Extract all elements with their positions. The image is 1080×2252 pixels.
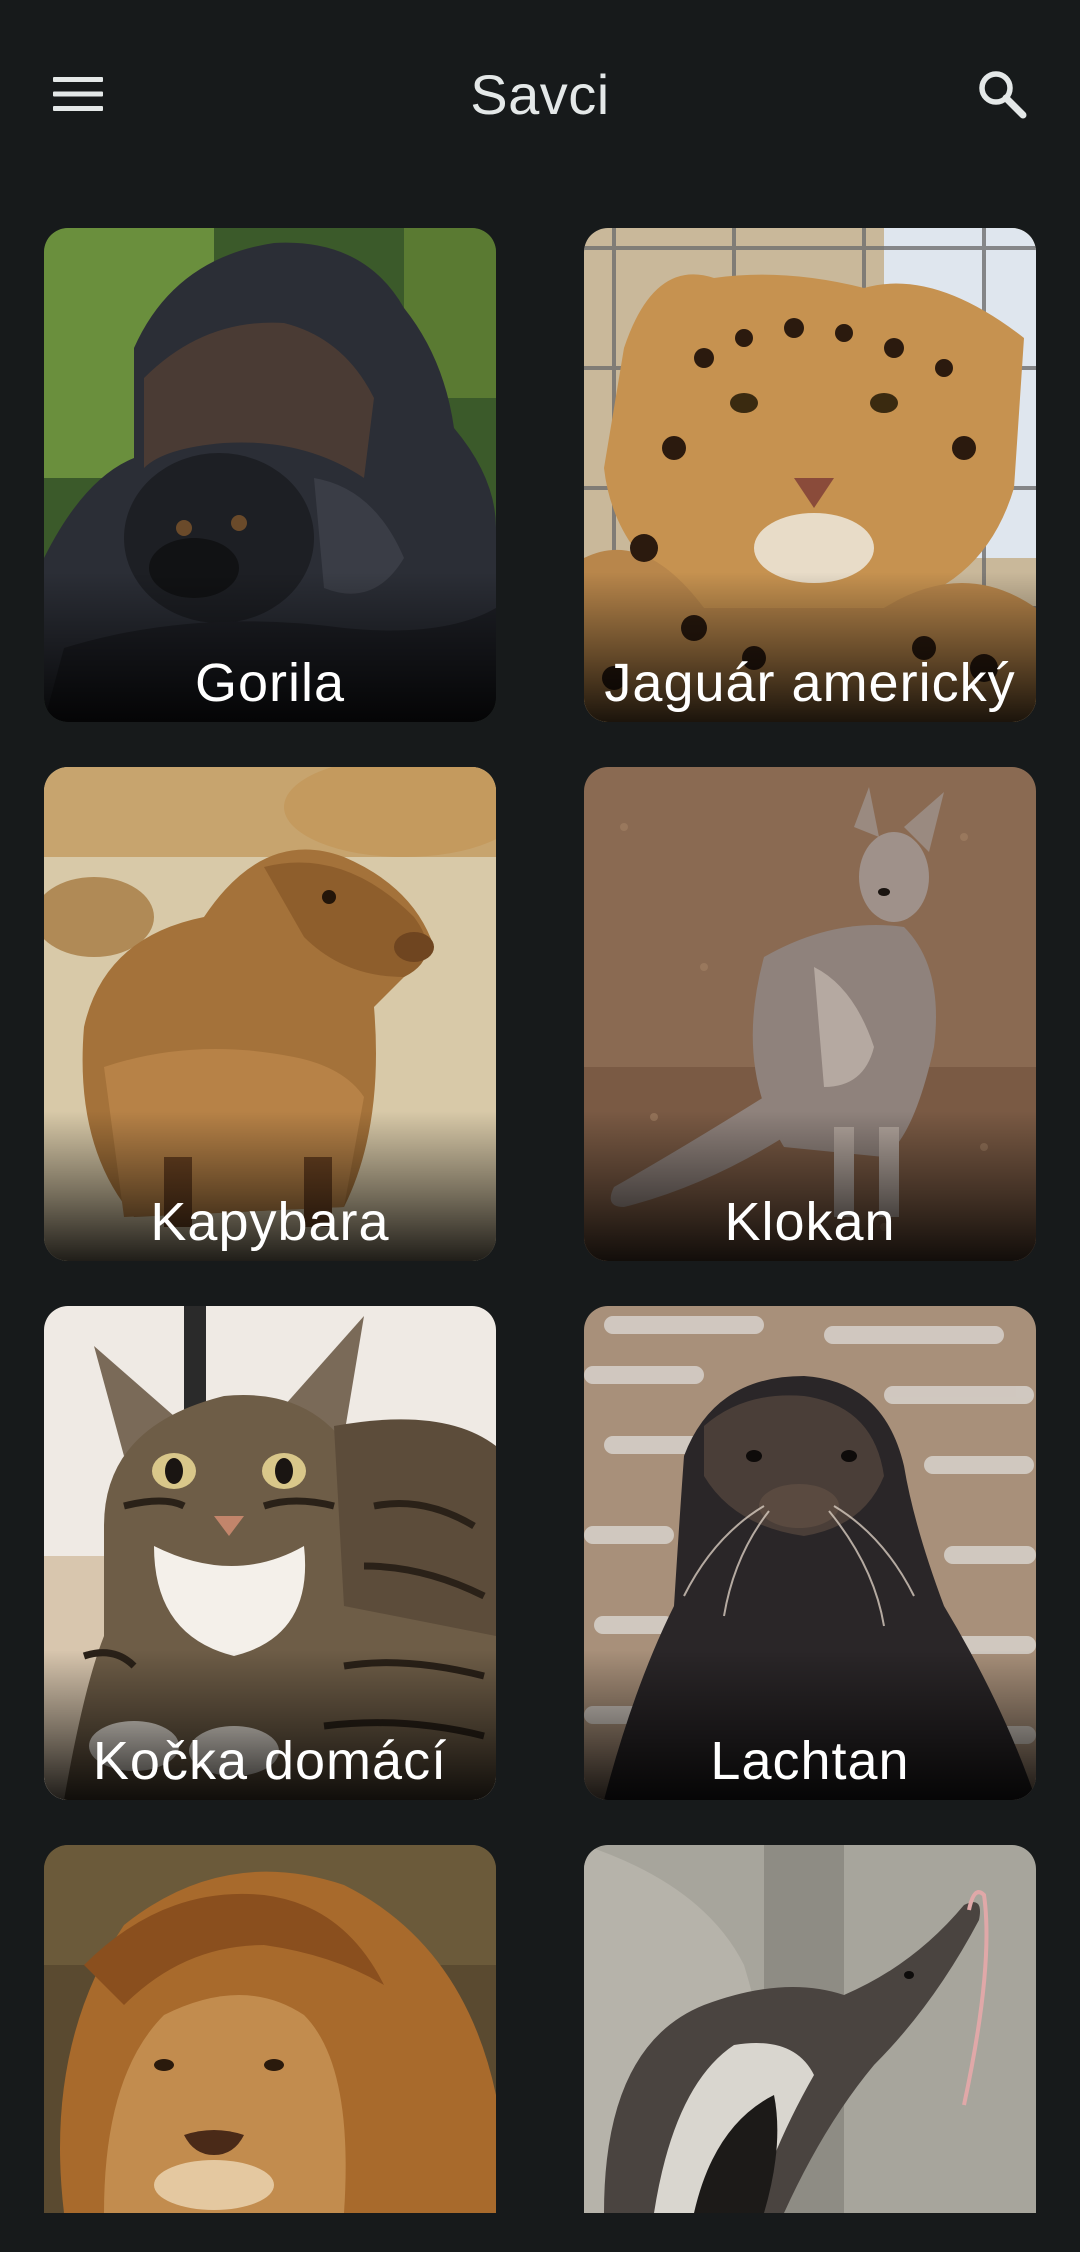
animal-card-label: Gorila (194, 653, 346, 713)
animal-card-gorila[interactable]: Gorila (44, 228, 496, 722)
animal-card-label: Lachtan (710, 1731, 910, 1791)
lion-photo (44, 1845, 496, 2213)
animal-card-label: Klokan (724, 1192, 896, 1252)
search-icon (979, 71, 1027, 119)
animal-card-kapybara[interactable]: Kapybara (44, 767, 496, 1261)
animal-card-mravenecnik[interactable] (584, 1845, 1036, 2213)
animal-card-label: Kapybara (150, 1192, 390, 1252)
animal-card-lachtan[interactable]: Lachtan (584, 1306, 1036, 1800)
anteater-photo (584, 1845, 1036, 2213)
animal-card-label: Jaguár americký (604, 653, 1016, 713)
page-title: Savci (470, 63, 610, 126)
animal-card-klokan[interactable]: Klokan (584, 767, 1036, 1261)
animal-card-lev[interactable] (44, 1845, 496, 2213)
animal-card-jaguar[interactable]: Jaguár americký (584, 228, 1036, 722)
animal-card-label: Kočka domácí (92, 1731, 448, 1791)
animal-card-kocka[interactable]: Kočka domácí (44, 1306, 496, 1800)
search-button[interactable] (966, 58, 1038, 130)
app-bar: Savci (0, 0, 1080, 196)
